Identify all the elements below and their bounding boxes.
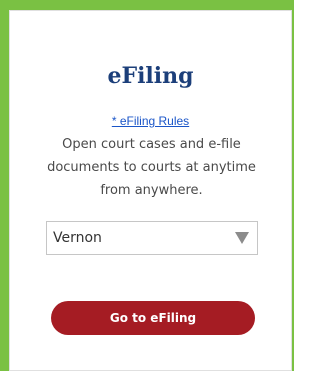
- panel-frame: eFiling * eFiling Rules Open court cases…: [0, 0, 294, 371]
- county-select-value: Vernon: [53, 230, 102, 246]
- card-description: Open court cases and e-file documents to…: [47, 137, 256, 198]
- dropdown-arrow-icon: [235, 232, 249, 244]
- efiling-rules-link[interactable]: * eFiling Rules: [10, 114, 291, 128]
- efiling-card: eFiling * eFiling Rules Open court cases…: [9, 10, 292, 371]
- card-title: eFiling: [107, 63, 194, 89]
- county-select[interactable]: Vernon: [46, 221, 258, 255]
- go-to-efiling-button[interactable]: Go to eFiling: [51, 301, 255, 335]
